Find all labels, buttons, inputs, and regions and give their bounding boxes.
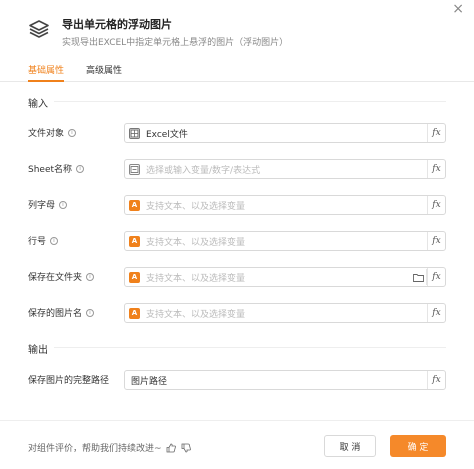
input-section-title: 输入 xyxy=(28,99,48,110)
file-object-input[interactable]: Excel文件 fx xyxy=(124,123,446,143)
help-icon[interactable]: i xyxy=(86,308,95,317)
dialog-title: 导出单元格的浮动图片 xyxy=(62,18,172,31)
help-icon[interactable]: i xyxy=(68,128,77,137)
field-label: Sheet名称 i xyxy=(28,162,85,175)
section-divider xyxy=(54,101,446,102)
text-icon: A xyxy=(129,235,140,247)
text-icon: A xyxy=(129,271,140,283)
field-label-text: 行号 xyxy=(28,237,47,247)
fx-button[interactable]: fx xyxy=(427,124,445,142)
column-letter-input[interactable]: A 支持文本、以及选择变量 fx xyxy=(124,195,446,215)
tab-advanced-properties[interactable]: 高级属性 xyxy=(86,63,122,76)
excel-icon xyxy=(129,127,140,139)
field-label-text: 保存在文件夹 xyxy=(28,273,83,283)
text-icon: A xyxy=(129,307,140,319)
dialog-description: 实现导出EXCEL中指定单元格上悬浮的图片（浮动图片） xyxy=(62,38,289,48)
field-row-image-name: 保存的图片名 i A 支持文本、以及选择变量 fx xyxy=(0,303,474,323)
field-row-column-letter: 列字母 i A 支持文本、以及选择变量 fx xyxy=(0,195,474,215)
row-number-input[interactable]: A 支持文本、以及选择变量 fx xyxy=(124,231,446,251)
field-label: 文件对象 i xyxy=(28,126,77,139)
dialog-header: 导出单元格的浮动图片 实现导出EXCEL中指定单元格上悬浮的图片（浮动图片） xyxy=(28,16,454,50)
feedback-area: 对组件评价，帮助我们持续改进~ xyxy=(28,441,192,454)
field-label-text: 文件对象 xyxy=(28,129,65,139)
fx-button[interactable]: fx xyxy=(427,371,445,389)
help-icon[interactable]: i xyxy=(76,164,85,173)
help-icon[interactable]: i xyxy=(59,200,68,209)
field-label: 列字母 i xyxy=(28,198,68,211)
field-label-text: 列字母 xyxy=(28,201,56,211)
confirm-button[interactable]: 确 定 xyxy=(390,435,446,457)
thumbs-down-icon[interactable] xyxy=(181,442,192,453)
field-label: 保存的图片名 i xyxy=(28,306,95,319)
field-label: 保存在文件夹 i xyxy=(28,270,95,283)
save-folder-placeholder: 支持文本、以及选择变量 xyxy=(146,273,246,284)
row-number-placeholder: 支持文本、以及选择变量 xyxy=(146,237,246,248)
image-name-input[interactable]: A 支持文本、以及选择变量 fx xyxy=(124,303,446,323)
fx-button[interactable]: fx xyxy=(427,232,445,250)
layers-icon xyxy=(28,18,50,40)
save-folder-input[interactable]: A 支持文本、以及选择变量 fx xyxy=(124,267,446,287)
field-label-text: 保存的图片名 xyxy=(28,309,83,319)
feedback-text: 对组件评价，帮助我们持续改进~ xyxy=(28,444,162,454)
help-icon[interactable]: i xyxy=(50,236,59,245)
help-icon[interactable]: i xyxy=(86,272,95,281)
thumbs-up-icon[interactable] xyxy=(166,442,177,453)
field-row-full-path: 保存图片的完整路径 图片路径 fx xyxy=(0,370,474,390)
dialog-footer: 对组件评价，帮助我们持续改进~ 取 消 确 定 xyxy=(0,420,474,469)
field-label-text: 保存图片的完整路径 xyxy=(28,376,110,386)
output-section-title: 输出 xyxy=(28,345,48,356)
file-object-value: Excel文件 xyxy=(146,129,188,140)
fx-button[interactable]: fx xyxy=(427,196,445,214)
fx-button[interactable]: fx xyxy=(427,304,445,322)
field-label: 行号 i xyxy=(28,234,59,247)
variable-icon xyxy=(129,163,140,175)
field-row-save-folder: 保存在文件夹 i A 支持文本、以及选择变量 fx xyxy=(0,267,474,287)
field-label: 保存图片的完整路径 xyxy=(28,373,109,386)
image-name-placeholder: 支持文本、以及选择变量 xyxy=(146,309,246,320)
fx-button[interactable]: fx xyxy=(427,160,445,178)
section-divider xyxy=(54,347,446,348)
fx-button[interactable]: fx xyxy=(427,268,445,286)
full-path-output[interactable]: 图片路径 fx xyxy=(124,370,446,390)
full-path-value: 图片路径 xyxy=(131,376,168,387)
field-row-file-object: 文件对象 i Excel文件 fx xyxy=(0,123,474,143)
column-letter-placeholder: 支持文本、以及选择变量 xyxy=(146,201,246,212)
sheet-name-input[interactable]: 选择或输入变量/数字/表达式 fx xyxy=(124,159,446,179)
cancel-button[interactable]: 取 消 xyxy=(324,435,376,457)
tab-bar: 基础属性 高级属性 xyxy=(0,60,474,82)
sheet-name-placeholder: 选择或输入变量/数字/表达式 xyxy=(146,165,261,176)
field-row-sheet-name: Sheet名称 i 选择或输入变量/数字/表达式 fx xyxy=(0,159,474,179)
tab-basic-properties[interactable]: 基础属性 xyxy=(28,63,64,76)
field-label-text: Sheet名称 xyxy=(28,165,73,175)
active-tab-indicator xyxy=(28,80,64,82)
field-row-row-number: 行号 i A 支持文本、以及选择变量 fx xyxy=(0,231,474,251)
text-icon: A xyxy=(129,199,140,211)
close-button[interactable]: × xyxy=(452,2,464,16)
folder-icon[interactable] xyxy=(411,269,427,285)
